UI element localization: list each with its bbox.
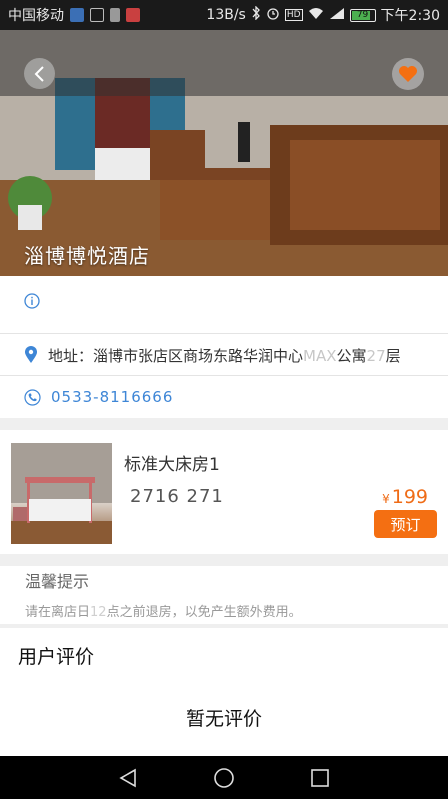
notification-icon: [70, 8, 84, 22]
room-thumbnail: [11, 443, 112, 544]
phone-icon: [24, 388, 41, 406]
room-price: ¥199: [382, 486, 428, 508]
address-row[interactable]: 地址：淄博市张店区商场东路华润中心MAX公寓27层: [0, 336, 448, 374]
tips-text: 请在离店日12点之前退房，以免产生额外费用。: [25, 605, 302, 620]
alarm-icon: [266, 6, 280, 24]
bluetooth-icon: [251, 5, 261, 24]
location-pin-icon: [25, 346, 37, 363]
bed-illustration: [11, 443, 112, 544]
download-icon: [110, 8, 120, 22]
nav-home-icon[interactable]: [213, 767, 235, 789]
carrier-label: 中国移动: [8, 8, 64, 24]
tips-title: 温馨提示: [25, 572, 90, 591]
hotel-info: 地址：淄博市张店区商场东路华润中心MAX公寓27层 0533-8116666: [0, 276, 448, 418]
divider: [0, 333, 448, 334]
reviews-section: 用户评价 暂无评价: [0, 628, 448, 756]
status-time: 下午2:30: [380, 8, 440, 24]
status-bar: 中国移动 13B/s HD 79 下午2:30: [0, 0, 448, 30]
reviews-title: 用户评价: [18, 646, 95, 668]
screen: 中国移动 13B/s HD 79 下午2:30 淄博博悦酒店 地址：淄博市张店区…: [0, 0, 448, 799]
room-name: 标准大床房1: [124, 455, 220, 475]
address-text: 地址：淄博市张店区商场东路华润中心MAX公寓27层: [48, 346, 401, 365]
heart-icon: [399, 66, 417, 82]
wifi-icon: [308, 7, 324, 24]
hotel-photo: 淄博博悦酒店: [0, 30, 448, 276]
room-card[interactable]: 标准大床房1 2716 271 ¥199 预订: [0, 430, 448, 554]
nav-recents-icon[interactable]: [309, 767, 331, 789]
tips-section: 温馨提示 请在离店日12点之前退房，以免产生额外费用。: [0, 566, 448, 624]
favorite-button[interactable]: [392, 58, 424, 90]
signal-icon: [329, 7, 345, 24]
app-notification-icon: [126, 8, 140, 22]
book-button[interactable]: 预订: [374, 510, 437, 538]
hero-topbar: [0, 30, 448, 96]
info-icon: [24, 293, 40, 309]
back-button[interactable]: [24, 58, 55, 89]
phone-row[interactable]: 0533-8116666: [0, 378, 448, 416]
nav-back-icon[interactable]: [117, 767, 139, 789]
lock-icon: [90, 8, 104, 22]
system-nav-bar: [0, 756, 448, 799]
divider: [0, 375, 448, 376]
room-code: 2716 271: [130, 486, 224, 507]
hd-icon: HD: [284, 9, 303, 21]
back-arrow-icon: [34, 65, 44, 82]
network-speed: 13B/s: [206, 7, 246, 23]
battery-icon: 79: [349, 8, 376, 22]
hotel-name: 淄博博悦酒店: [24, 244, 150, 268]
reviews-empty-message: 暂无评价: [185, 708, 262, 730]
info-row[interactable]: [0, 284, 448, 318]
phone-number[interactable]: 0533-8116666: [51, 388, 173, 406]
